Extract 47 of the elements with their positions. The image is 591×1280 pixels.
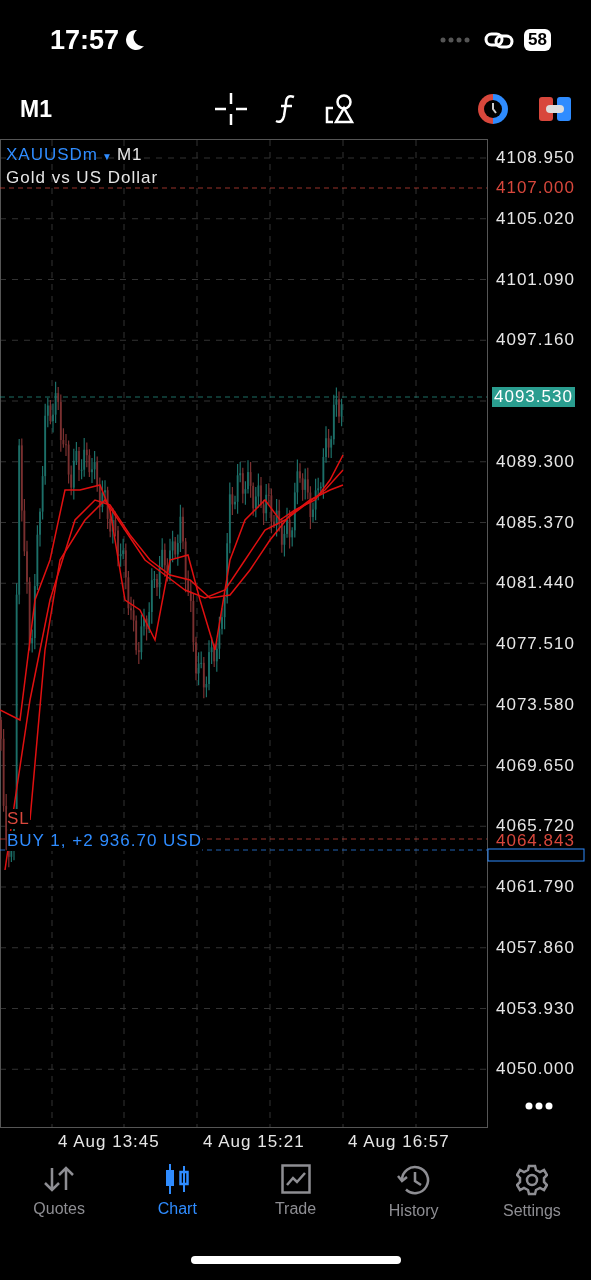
price-axis-label: 4069.650 [496,755,575,776]
current-price-tag: 4093.530 [492,387,575,407]
symbol-description: Gold vs US Dollar [6,168,159,188]
function-icon[interactable] [275,94,297,124]
more-icon[interactable] [525,1102,553,1110]
time-axis-label: 4 Aug 16:57 [348,1132,450,1152]
clock-time: 17:57 [50,24,120,56]
tab[interactable]: Chart [118,1160,237,1256]
link-icon [484,31,515,49]
signal-icon [440,37,471,43]
price-axis-label: 4101.090 [496,269,575,290]
history-icon [396,1164,431,1196]
time-axis-label: 4 Aug 13:45 [58,1132,160,1152]
toggle-icon[interactable] [539,97,571,121]
price-axis-label: 4073.580 [496,694,575,715]
settings-icon [515,1164,548,1196]
arrows-icon [43,1164,76,1194]
moon-icon [125,29,146,51]
price-axis-label: 4085.370 [496,512,575,533]
price-axis-label: 4050.000 [496,1059,575,1080]
crosshair-icon[interactable] [215,93,247,125]
tab[interactable]: Settings [472,1160,591,1256]
stop-loss-tag: SL [7,809,30,829]
line-chart-icon [280,1164,311,1194]
tab[interactable]: History [354,1160,473,1256]
tab[interactable]: Quotes [0,1160,119,1256]
battery-level: 58 [524,29,551,51]
position-label: BUY 1, +2 936.70 USD [7,831,202,851]
price-axis-label: 4061.790 [496,877,575,897]
price-axis-label: 4108.950 [496,148,575,168]
chart-timeframe: M1 [116,145,143,164]
symbol-selector[interactable]: XAUUSDm [6,145,98,164]
timeframe-button[interactable]: M1 [20,95,80,123]
price-axis-label: 4089.300 [496,451,575,472]
price-axis-label: 4105.020 [496,208,575,229]
price-axis-label: 4077.510 [496,634,575,654]
time-axis-label: 4 Aug 15:21 [203,1132,305,1152]
clock-icon[interactable] [477,93,509,125]
tab[interactable]: Trade [236,1160,355,1256]
candlestick-icon [164,1164,191,1194]
dropdown-icon[interactable]: ▼ [102,151,113,162]
price-axis-label: 4097.160 [496,330,575,351]
price-axis-label: 4053.930 [496,998,575,1019]
price-axis-label: 4057.860 [496,937,575,958]
shapes-icon[interactable] [325,94,355,124]
price-axis-label: 4081.440 [496,573,575,594]
stop-loss-price-label: 4064.843 [494,831,577,848]
